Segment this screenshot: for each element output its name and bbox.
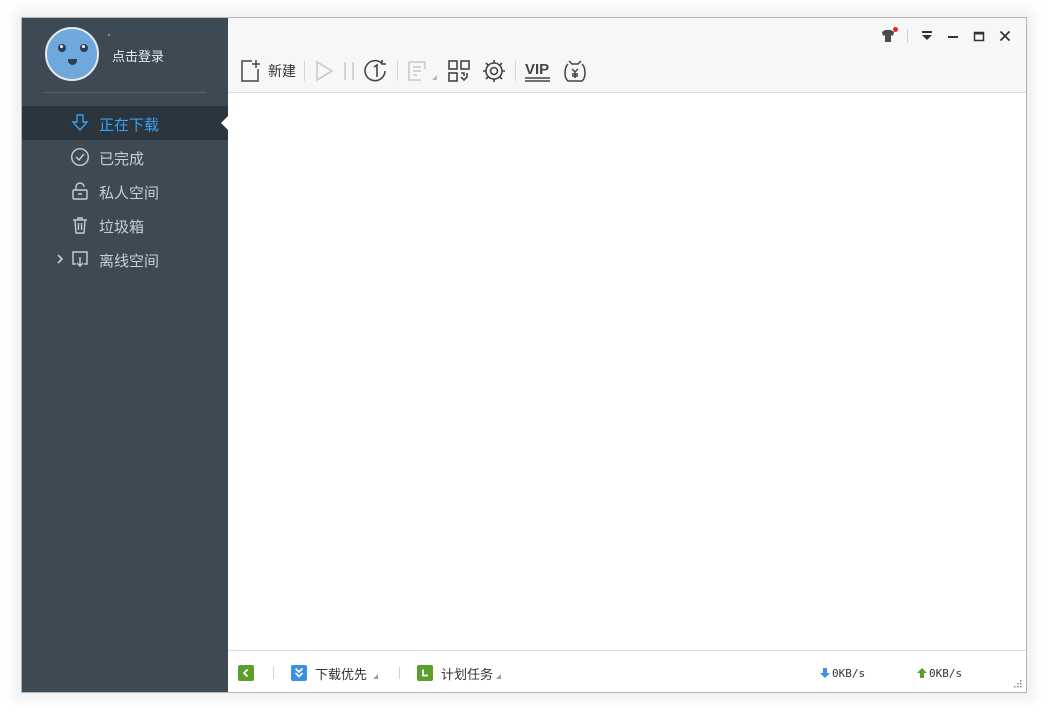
start-icon bbox=[316, 60, 334, 82]
upload-speed: 0KB/s bbox=[916, 664, 962, 682]
menu-icon bbox=[922, 31, 932, 40]
minimize-button[interactable] bbox=[940, 26, 966, 46]
scheduled-tasks-label: 计划任务 bbox=[441, 667, 494, 683]
qr-code-button[interactable] bbox=[447, 57, 471, 85]
profile-area: 点击登录 bbox=[22, 18, 228, 92]
upload-speed-value: 0KB/s bbox=[929, 666, 963, 680]
new-task-button[interactable]: 新建 bbox=[240, 57, 296, 85]
money-button[interactable] bbox=[562, 57, 588, 85]
priority-icon bbox=[291, 665, 307, 681]
download-arrow-icon bbox=[71, 114, 89, 132]
avatar-eye-left bbox=[58, 44, 66, 52]
avatar-eye-right bbox=[80, 44, 88, 52]
back-arrow-icon bbox=[238, 665, 254, 681]
top-bar: 新建 VIP bbox=[228, 18, 1026, 93]
sidebar-item-offline-space[interactable]: 离线空间 bbox=[22, 242, 228, 276]
skin-button[interactable] bbox=[875, 26, 901, 46]
toolbar-divider bbox=[515, 61, 516, 81]
dropdown-triangle-icon bbox=[373, 673, 379, 679]
download-speed-icon bbox=[820, 668, 830, 678]
new-task-icon bbox=[241, 60, 260, 82]
check-circle-icon bbox=[70, 147, 90, 167]
toolbar: 新建 VIP bbox=[240, 56, 588, 86]
sidebar-divider bbox=[43, 92, 206, 93]
window-controls bbox=[875, 26, 1018, 46]
pause-button[interactable] bbox=[341, 57, 357, 85]
chevron-right-icon[interactable] bbox=[54, 251, 66, 267]
toolbar-divider bbox=[304, 61, 305, 81]
download-speed-value: 0KB/s bbox=[832, 666, 866, 680]
download-priority-button[interactable]: 下载优先 bbox=[291, 664, 379, 683]
sidebar-nav: 正在下载 已完成 私人空间 垃圾箱 离线空间 bbox=[22, 106, 228, 276]
maximize-icon bbox=[973, 31, 985, 42]
upload-speed-icon bbox=[917, 668, 927, 678]
close-icon bbox=[999, 30, 1011, 42]
speed-limit-icon bbox=[364, 59, 386, 82]
download-priority-label: 下载优先 bbox=[315, 667, 368, 683]
controls-divider bbox=[907, 29, 908, 43]
vip-button[interactable]: VIP bbox=[524, 57, 552, 85]
start-button[interactable] bbox=[313, 57, 335, 85]
resize-grip-icon[interactable] bbox=[1014, 680, 1022, 688]
sidebar-item-private-space[interactable]: 私人空间 bbox=[22, 174, 228, 208]
settings-button[interactable] bbox=[481, 57, 507, 85]
speed-limit-button[interactable] bbox=[363, 57, 389, 85]
sidebar-item-label: 垃圾箱 bbox=[99, 218, 145, 236]
notification-dot bbox=[893, 27, 898, 32]
open-folder-button[interactable] bbox=[406, 57, 437, 85]
status-bar: 下载优先 计划任务 0KB/s 0KB/s bbox=[228, 650, 1026, 692]
unlock-icon bbox=[72, 182, 88, 200]
sidebar-item-completed[interactable]: 已完成 bbox=[22, 140, 228, 174]
avatar[interactable] bbox=[45, 27, 99, 81]
open-folder-icon bbox=[408, 61, 426, 81]
vip-icon: VIP bbox=[525, 61, 550, 82]
settings-icon bbox=[483, 60, 505, 82]
status-dot bbox=[108, 34, 110, 36]
download-list-area[interactable] bbox=[228, 93, 1026, 650]
dropdown-triangle-icon bbox=[432, 74, 437, 80]
sidebar-item-label: 已完成 bbox=[99, 150, 145, 168]
collapse-sidebar-button[interactable] bbox=[238, 664, 254, 682]
avatar-mouth bbox=[68, 59, 77, 65]
app-window: 点击登录 正在下载 已完成 私人空间 垃圾箱 离线空间 新建 VIP 下载优先 … bbox=[21, 17, 1027, 693]
pause-icon bbox=[344, 62, 354, 80]
minimize-icon bbox=[948, 36, 958, 38]
cloud-download-icon bbox=[72, 251, 88, 267]
status-divider bbox=[273, 667, 274, 679]
maximize-button[interactable] bbox=[966, 26, 992, 46]
sidebar-item-trash[interactable]: 垃圾箱 bbox=[22, 208, 228, 242]
sidebar: 点击登录 正在下载 已完成 私人空间 垃圾箱 离线空间 bbox=[22, 18, 228, 692]
menu-button[interactable] bbox=[914, 26, 940, 46]
sidebar-item-downloading[interactable]: 正在下载 bbox=[22, 106, 228, 140]
sidebar-item-label: 正在下载 bbox=[99, 116, 160, 134]
status-divider bbox=[399, 667, 400, 679]
schedule-icon bbox=[417, 665, 433, 681]
login-link[interactable]: 点击登录 bbox=[112, 46, 164, 65]
close-button[interactable] bbox=[992, 26, 1018, 46]
dropdown-triangle-icon bbox=[496, 673, 502, 679]
svg-text:VIP: VIP bbox=[525, 61, 549, 78]
download-speed: 0KB/s bbox=[819, 664, 865, 682]
sidebar-item-label: 离线空间 bbox=[99, 252, 160, 270]
new-task-label: 新建 bbox=[268, 64, 296, 80]
scheduled-tasks-button[interactable]: 计划任务 bbox=[417, 664, 502, 683]
toolbar-divider bbox=[397, 61, 398, 81]
sidebar-item-label: 私人空间 bbox=[99, 184, 160, 202]
trash-icon bbox=[73, 217, 87, 234]
money-icon bbox=[564, 60, 586, 82]
main-panel: 新建 VIP 下载优先 计划任务 0KB/s 0KB/s bbox=[228, 18, 1026, 692]
qr-code-icon bbox=[448, 60, 470, 82]
